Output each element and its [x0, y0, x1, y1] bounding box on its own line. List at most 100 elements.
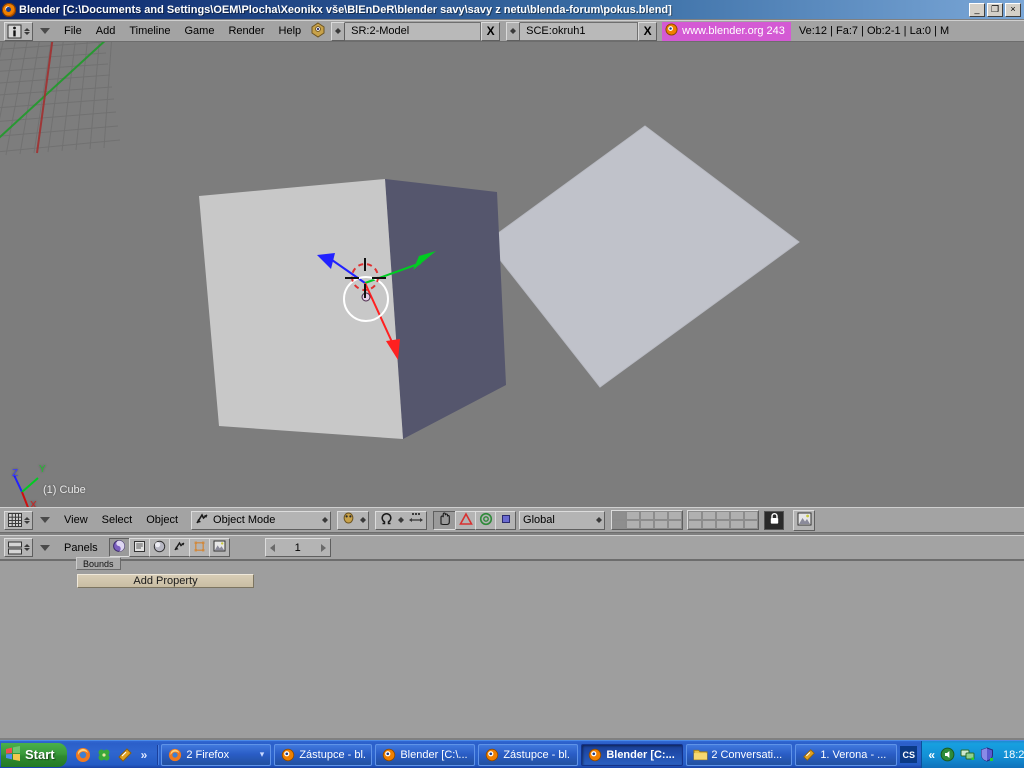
- clover-icon[interactable]: [96, 747, 112, 763]
- add-property-button[interactable]: Add Property: [77, 574, 254, 588]
- menu-timeline[interactable]: Timeline: [122, 22, 177, 40]
- buttons-editor-type-spin[interactable]: [23, 540, 31, 555]
- layer-button[interactable]: [654, 520, 668, 529]
- menu-collapse-triangle[interactable]: [37, 23, 53, 39]
- editor-type-selector-view3d[interactable]: [4, 511, 33, 530]
- layer-button[interactable]: [668, 511, 682, 520]
- scene-selector[interactable]: SCE:okruh1 X: [506, 22, 657, 41]
- menu-game[interactable]: Game: [177, 22, 221, 40]
- tray-expand-chevron-icon[interactable]: «: [928, 748, 935, 762]
- editor-type-spin[interactable]: [23, 24, 31, 39]
- layer-button[interactable]: [640, 520, 654, 529]
- minimize-button[interactable]: _: [969, 3, 985, 17]
- view3d-editor-type-spin[interactable]: [23, 513, 31, 528]
- manipulator-scale-button[interactable]: [475, 511, 496, 530]
- layer-group-1[interactable]: [611, 510, 683, 530]
- menu-panels[interactable]: Panels: [57, 539, 105, 557]
- shield-icon[interactable]: [980, 747, 995, 762]
- view3d-menu-collapse-triangle[interactable]: [37, 512, 53, 528]
- screen-selector[interactable]: SR:2-Model X: [331, 22, 500, 41]
- task-button-blender-1[interactable]: Blender [C:\...: [375, 744, 475, 766]
- volume-icon[interactable]: [940, 747, 955, 762]
- layer-group-2[interactable]: [687, 510, 759, 530]
- arrows-spread-icon[interactable]: [408, 511, 424, 529]
- widget-spin[interactable]: [398, 517, 404, 523]
- network-icon[interactable]: [960, 747, 975, 762]
- editor-type-selector-buttons[interactable]: [4, 538, 33, 557]
- task-button-conversations[interactable]: 2 Conversati...: [686, 744, 792, 766]
- screen-name-field[interactable]: SR:2-Model: [345, 22, 481, 41]
- context-script-button[interactable]: [129, 538, 150, 557]
- menu-view[interactable]: View: [57, 511, 95, 529]
- menu-file[interactable]: File: [57, 22, 89, 40]
- layer-button[interactable]: [612, 511, 626, 520]
- task-button-blender-active[interactable]: Blender [C:...: [581, 744, 683, 766]
- manipulator-translate-button[interactable]: [433, 511, 456, 530]
- layer-button[interactable]: [730, 511, 744, 520]
- scene-spin[interactable]: [506, 22, 520, 41]
- task-button-firefox-group[interactable]: 2 Firefox ▾: [161, 744, 271, 766]
- winamp-icon[interactable]: [117, 747, 133, 763]
- interaction-mode-dropdown[interactable]: Object Mode: [191, 511, 331, 530]
- start-button[interactable]: Start: [1, 743, 67, 767]
- transform-orientation-spin[interactable]: [596, 517, 602, 523]
- layer-button[interactable]: [744, 520, 758, 529]
- screen-spin[interactable]: [331, 22, 345, 41]
- quick-launch-bar: »: [71, 747, 155, 763]
- current-frame-field[interactable]: 1: [265, 538, 331, 557]
- pivot-button[interactable]: [495, 511, 516, 530]
- manipulator-rotate-button[interactable]: [455, 511, 476, 530]
- close-button[interactable]: ×: [1005, 3, 1021, 17]
- task-button-zastupce-2[interactable]: Zástupce - bl...: [478, 744, 578, 766]
- frame-next-arrow[interactable]: [321, 544, 326, 552]
- transform-orientation-dropdown[interactable]: Global: [519, 511, 605, 530]
- widget-group[interactable]: [375, 511, 427, 530]
- layer-button[interactable]: [702, 520, 716, 529]
- render-preview-button[interactable]: [793, 510, 815, 531]
- task-group-chevron-down-icon[interactable]: ▾: [260, 749, 265, 760]
- menu-help[interactable]: Help: [272, 22, 309, 40]
- layer-button[interactable]: [688, 511, 702, 520]
- layer-button[interactable]: [716, 511, 730, 520]
- context-shading-button[interactable]: [149, 538, 170, 557]
- frame-prev-arrow[interactable]: [270, 544, 275, 552]
- layer-button[interactable]: [702, 511, 716, 520]
- layer-button[interactable]: [744, 511, 758, 520]
- language-bar[interactable]: CS: [900, 746, 917, 763]
- layer-button[interactable]: [612, 520, 626, 529]
- context-object-button[interactable]: [169, 538, 190, 557]
- layer-button[interactable]: [654, 511, 668, 520]
- 3d-viewport[interactable]: Z Y X (1) Cube: [0, 20, 1024, 507]
- firefox-icon[interactable]: [75, 747, 91, 763]
- scene-name-field[interactable]: SCE:okruh1: [520, 22, 638, 41]
- taskbar-clock[interactable]: 18:20: [1003, 749, 1024, 761]
- menu-select[interactable]: Select: [95, 511, 140, 529]
- layer-button[interactable]: [688, 520, 702, 529]
- draw-type-dropdown[interactable]: [337, 511, 369, 530]
- task-button-zastupce-1[interactable]: Zástupce - bl...: [274, 744, 372, 766]
- editor-type-selector-info[interactable]: [4, 22, 33, 41]
- context-editing-button[interactable]: [189, 538, 210, 557]
- task-button-winamp[interactable]: 1. Verona - ...: [795, 744, 897, 766]
- layer-button[interactable]: [716, 520, 730, 529]
- menu-add[interactable]: Add: [89, 22, 123, 40]
- scene-delete-button[interactable]: X: [638, 22, 657, 41]
- layer-button[interactable]: [626, 520, 640, 529]
- blender-icon: [588, 748, 602, 762]
- layer-lock-button[interactable]: [764, 511, 784, 530]
- layer-button[interactable]: [640, 511, 654, 520]
- menu-render[interactable]: Render: [221, 22, 271, 40]
- screen-delete-button[interactable]: X: [481, 22, 500, 41]
- context-logic-button[interactable]: [109, 538, 130, 557]
- layer-button[interactable]: [668, 520, 682, 529]
- menu-object[interactable]: Object: [139, 511, 185, 529]
- layer-button[interactable]: [626, 511, 640, 520]
- draw-type-spin[interactable]: [360, 517, 366, 523]
- layer-button[interactable]: [730, 520, 744, 529]
- panel-tab-bounds[interactable]: Bounds: [76, 557, 121, 570]
- maximize-button[interactable]: ❐: [987, 3, 1003, 17]
- context-scene-button[interactable]: [209, 538, 230, 557]
- buttons-menu-collapse-triangle[interactable]: [37, 540, 53, 556]
- interaction-mode-spin[interactable]: [322, 517, 328, 523]
- quick-launch-overflow-chevron[interactable]: »: [141, 748, 148, 762]
